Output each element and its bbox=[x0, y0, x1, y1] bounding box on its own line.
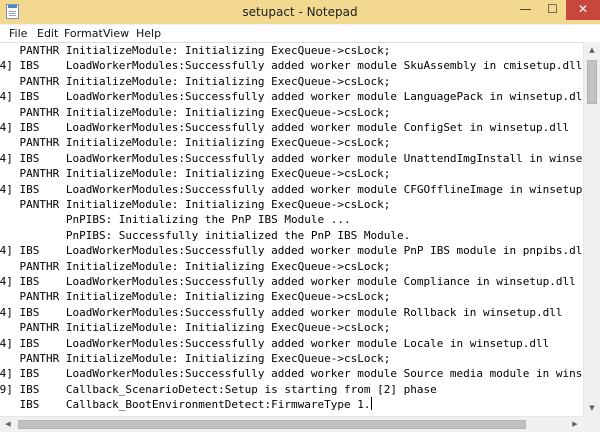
text-line: a4] IBS LoadWorkerModules:Successfully a… bbox=[0, 337, 550, 350]
scroll-right-arrow-icon[interactable]: ▶ bbox=[567, 417, 583, 432]
menu-view[interactable]: View bbox=[101, 25, 131, 42]
text-line: PANTHR InitializeModule: Initializing Ex… bbox=[19, 44, 391, 57]
text-line: PANTHR InitializeModule: Initializing Ex… bbox=[19, 198, 391, 211]
menu-edit[interactable]: Edit bbox=[35, 25, 60, 42]
text-line: PANTHR InitializeModule: Initializing Ex… bbox=[19, 136, 391, 149]
text-line: a4] IBS LoadWorkerModules:Successfully a… bbox=[0, 152, 583, 165]
text-line: PANTHR InitializeModule: Initializing Ex… bbox=[19, 106, 391, 119]
text-caret bbox=[371, 397, 373, 410]
menu-help[interactable]: Help bbox=[134, 25, 163, 42]
menu-format[interactable]: Format bbox=[62, 25, 105, 42]
notepad-window: setupact - Notepad — ☐ ✕ File Edit Forma… bbox=[0, 0, 600, 432]
text-line: a4] IBS LoadWorkerModules:Successfully a… bbox=[0, 90, 583, 103]
window-title: setupact - Notepad bbox=[242, 5, 358, 19]
text-line: 59] IBS Callback_ScenarioDetect:Setup is… bbox=[0, 383, 437, 396]
text-line: PANTHR InitializeModule: Initializing Ex… bbox=[19, 167, 391, 180]
text-line: PANTHR InitializeModule: Initializing Ex… bbox=[19, 260, 391, 273]
close-button[interactable]: ✕ bbox=[566, 0, 600, 20]
text-line: a4] IBS LoadWorkerModules:Successfully a… bbox=[0, 59, 583, 72]
vertical-scroll-thumb[interactable] bbox=[587, 60, 597, 104]
menu-bar: File Edit Format View Help bbox=[0, 24, 600, 43]
scrollbar-corner bbox=[583, 416, 600, 432]
maximize-button[interactable]: ☐ bbox=[539, 0, 566, 20]
text-line: PnPIBS: Successfully initialized the PnP… bbox=[65, 229, 411, 242]
title-bar[interactable]: setupact - Notepad — ☐ ✕ bbox=[0, 0, 600, 24]
text-line: PnPIBS: Initializing the PnP IBS Module … bbox=[65, 213, 351, 226]
text-line: a4] IBS LoadWorkerModules:Successfully a… bbox=[0, 367, 583, 380]
scroll-left-arrow-icon[interactable]: ◀ bbox=[0, 417, 16, 432]
text-line: PANTHR InitializeModule: Initializing Ex… bbox=[19, 290, 391, 303]
text-line: PANTHR InitializeModule: Initializing Ex… bbox=[19, 321, 391, 334]
text-line: IBS Callback_BootEnvironmentDetect:Firmw… bbox=[19, 397, 373, 411]
minimize-button[interactable]: — bbox=[512, 0, 539, 20]
scroll-up-arrow-icon[interactable]: ▲ bbox=[584, 42, 600, 58]
horizontal-scrollbar[interactable]: ◀ ▶ bbox=[0, 416, 583, 432]
text-line: PANTHR InitializeModule: Initializing Ex… bbox=[19, 352, 391, 365]
text-editor-area[interactable]: PANTHR InitializeModule: Initializing Ex… bbox=[0, 42, 583, 417]
menu-file[interactable]: File bbox=[7, 25, 29, 42]
text-line: a4] IBS LoadWorkerModules:Successfully a… bbox=[0, 306, 563, 319]
text-line: a4] IBS LoadWorkerModules:Successfully a… bbox=[0, 183, 583, 196]
text-line: a4] IBS LoadWorkerModules:Successfully a… bbox=[0, 244, 583, 257]
text-line: a4] IBS LoadWorkerModules:Successfully a… bbox=[0, 121, 570, 134]
text-line: PANTHR InitializeModule: Initializing Ex… bbox=[19, 75, 391, 88]
vertical-scrollbar[interactable]: ▲ ▼ bbox=[583, 42, 600, 416]
horizontal-scroll-thumb[interactable] bbox=[18, 420, 526, 429]
text-line: a4] IBS LoadWorkerModules:Successfully a… bbox=[0, 275, 576, 288]
scroll-down-arrow-icon[interactable]: ▼ bbox=[584, 400, 600, 416]
